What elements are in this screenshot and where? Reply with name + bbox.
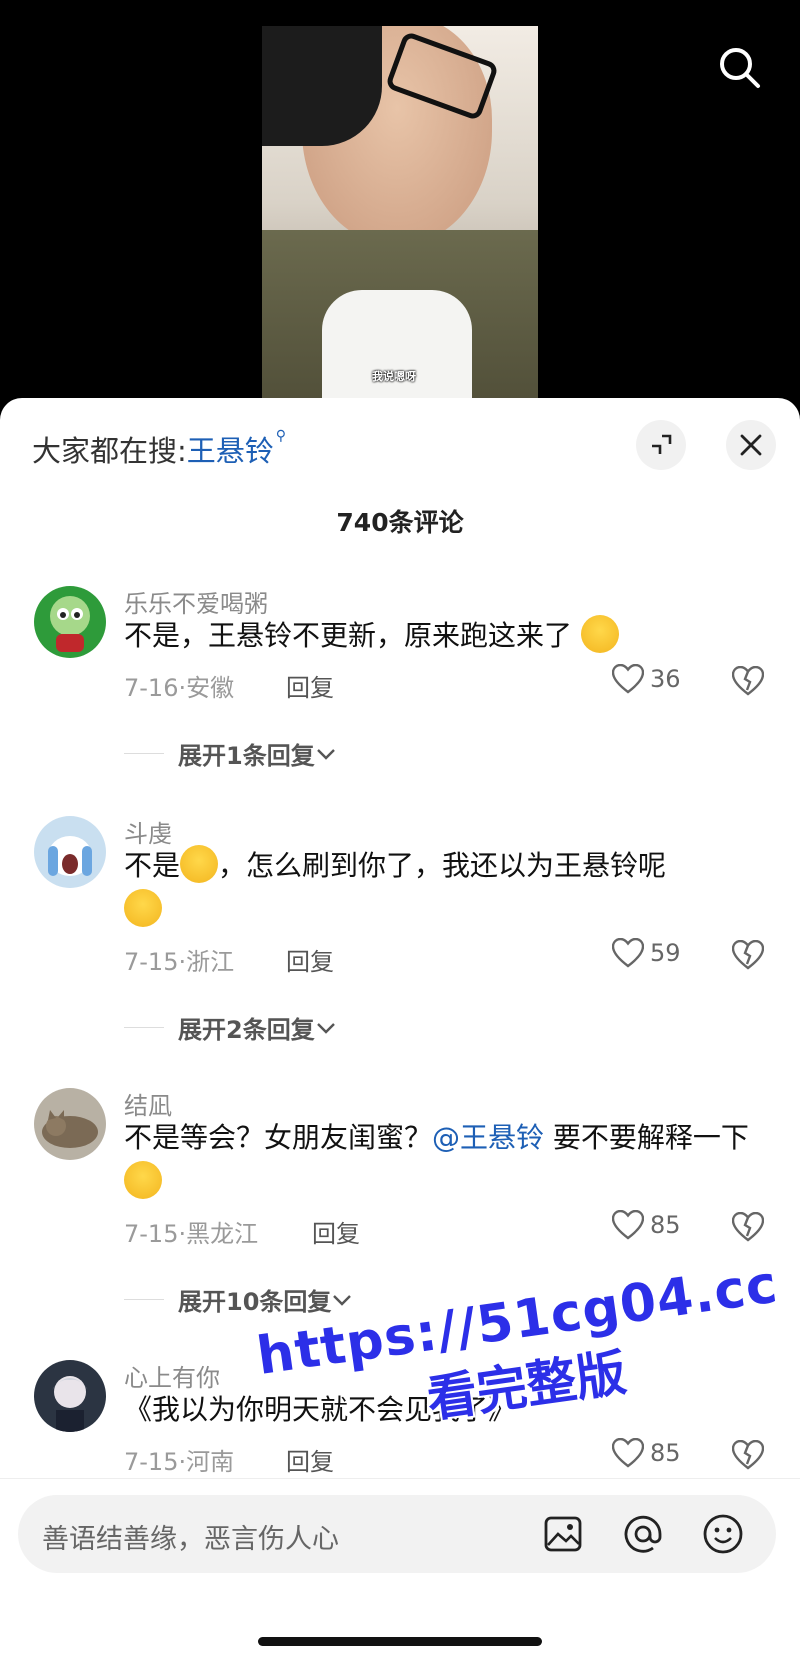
emoji-icon bbox=[703, 1514, 743, 1554]
avatar-anime-image bbox=[52, 1376, 88, 1432]
avatar[interactable] bbox=[34, 1360, 106, 1432]
comment-input[interactable]: 善语结善缘，恶言伤人心 bbox=[18, 1495, 776, 1573]
expand-replies-button[interactable]: 展开2条回复 bbox=[124, 1010, 337, 1045]
like-button[interactable]: 36 bbox=[612, 664, 681, 694]
heart-eyes-emoji-icon bbox=[124, 1161, 162, 1199]
video-frame: 我说嗯呀 bbox=[262, 26, 538, 420]
search-icon bbox=[720, 48, 760, 88]
like-count: 85 bbox=[650, 1211, 681, 1239]
like-count: 85 bbox=[650, 1439, 681, 1467]
crying-face-emoji-icon bbox=[180, 845, 219, 883]
collapse-icon bbox=[652, 434, 672, 454]
video-player[interactable]: 我说嗯呀 bbox=[0, 0, 800, 420]
chevron-down-icon bbox=[316, 748, 335, 760]
reply-button[interactable]: 回复 bbox=[286, 668, 334, 703]
comment-date-location: 7-15·河南 bbox=[124, 1448, 235, 1476]
chevron-down-icon bbox=[316, 1022, 335, 1034]
dislike-button[interactable] bbox=[731, 939, 765, 974]
like-count: 59 bbox=[650, 939, 681, 967]
comment-panel: 大家都在搜:王悬铃 ⚲ 740条评论 乐乐不爱喝粥 不是，王悬铃不更新，原来跑这来… bbox=[0, 398, 800, 1661]
reply-button[interactable]: 回复 bbox=[312, 1214, 360, 1249]
heart-icon bbox=[612, 1210, 644, 1240]
comment-text: 不是，王悬铃不更新，原来跑这来了 bbox=[124, 614, 764, 658]
comment-count: 740条评论 bbox=[336, 508, 464, 537]
at-icon bbox=[624, 1515, 662, 1553]
close-icon bbox=[740, 434, 762, 456]
comment-text-part: 不是 bbox=[124, 849, 181, 882]
broken-heart-icon bbox=[731, 939, 765, 970]
avatar[interactable] bbox=[34, 816, 106, 888]
trending-keyword[interactable]: 王悬铃 bbox=[187, 434, 274, 468]
close-button[interactable] bbox=[726, 420, 776, 470]
comment-text-part: 不是等会？女朋友闺蜜？ bbox=[124, 1121, 433, 1154]
comment-input-bar: 善语结善缘，恶言伤人心 bbox=[0, 1478, 800, 1662]
emoji-button[interactable] bbox=[700, 1511, 746, 1557]
search-button[interactable] bbox=[716, 44, 764, 92]
expand-replies-label: 展开1条回复 bbox=[178, 742, 315, 770]
avatar[interactable] bbox=[34, 586, 106, 658]
dislike-button[interactable] bbox=[731, 1211, 765, 1246]
input-placeholder: 善语结善缘，恶言伤人心 bbox=[42, 1524, 339, 1555]
broken-heart-icon bbox=[731, 1439, 765, 1470]
mention-button[interactable] bbox=[620, 1511, 666, 1557]
broken-heart-icon bbox=[731, 665, 765, 696]
trending-search[interactable]: 大家都在搜:王悬铃 ⚲ bbox=[32, 428, 286, 470]
divider bbox=[124, 1027, 164, 1028]
expand-replies-label: 展开10条回复 bbox=[178, 1288, 332, 1316]
reply-button[interactable]: 回复 bbox=[286, 942, 334, 977]
avatar-cat-image bbox=[42, 1110, 98, 1148]
avatar[interactable] bbox=[34, 1088, 106, 1160]
crying-face-emoji-icon bbox=[124, 889, 162, 927]
expand-replies-label: 展开2条回复 bbox=[178, 1016, 315, 1044]
comment-text-body: 不是，王悬铃不更新，原来跑这来了 bbox=[124, 619, 573, 652]
avatar-cartoon-image bbox=[50, 596, 90, 652]
dislike-button[interactable] bbox=[731, 665, 765, 700]
expand-replies-button[interactable]: 展开1条回复 bbox=[124, 736, 337, 771]
like-count: 36 bbox=[650, 665, 681, 693]
broken-heart-icon bbox=[731, 1211, 765, 1242]
avatar-crying-image bbox=[48, 836, 92, 876]
comment-date-location: 7-15·浙江 bbox=[124, 948, 235, 976]
home-indicator[interactable] bbox=[258, 1637, 542, 1646]
chevron-down-icon bbox=[333, 1294, 352, 1306]
heart-icon bbox=[612, 664, 644, 694]
heart-icon bbox=[612, 938, 644, 968]
comment-text-part: ，怎么刷到你了，我还以为王悬铃呢 bbox=[218, 849, 667, 882]
heart-icon bbox=[612, 1438, 644, 1468]
image-button[interactable] bbox=[540, 1511, 586, 1557]
comment-text-part: 要不要解释一下 bbox=[544, 1121, 749, 1154]
expand-replies-button[interactable]: 展开10条回复 bbox=[124, 1282, 353, 1317]
dizzy-face-emoji-icon bbox=[580, 615, 619, 653]
video-caption: 我说嗯呀 bbox=[372, 370, 416, 383]
divider bbox=[124, 753, 164, 754]
trending-prefix: 大家都在搜: bbox=[32, 434, 187, 468]
video-hair bbox=[262, 26, 382, 146]
comment-text: 不是等会？女朋友闺蜜？@王悬铃 要不要解释一下 bbox=[124, 1116, 764, 1204]
like-button[interactable]: 85 bbox=[612, 1438, 681, 1468]
divider bbox=[124, 1299, 164, 1300]
mention-link[interactable]: @王悬铃 bbox=[432, 1121, 544, 1154]
comment-date-location: 7-16·安徽 bbox=[124, 674, 235, 702]
like-button[interactable]: 85 bbox=[612, 1210, 681, 1240]
comment-text: 不是 ，怎么刷到你了，我还以为王悬铃呢 bbox=[124, 844, 764, 932]
like-button[interactable]: 59 bbox=[612, 938, 681, 968]
search-small-icon: ⚲ bbox=[275, 428, 287, 444]
collapse-button[interactable] bbox=[636, 420, 686, 470]
image-icon bbox=[544, 1516, 582, 1552]
dislike-button[interactable] bbox=[731, 1439, 765, 1474]
comment-date-location: 7-15·黑龙江 bbox=[124, 1220, 259, 1248]
